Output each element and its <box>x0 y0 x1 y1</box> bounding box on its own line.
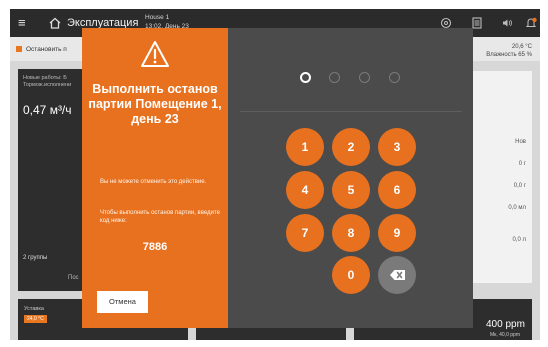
alarm-icon[interactable] <box>525 17 537 29</box>
keypad-key-8[interactable]: 8 <box>332 214 370 252</box>
stop-square-icon <box>16 46 22 53</box>
confirmation-code: 7886 <box>142 241 168 253</box>
house-name: House 1 <box>145 14 170 21</box>
keypad-key-1[interactable]: 1 <box>286 128 324 166</box>
feed-card[interactable]: Нов 0 г 0,0 г 0,0 мл 0,0 л <box>470 71 532 283</box>
sound-icon[interactable] <box>501 17 513 29</box>
feed-value: 0,0 л <box>512 237 526 243</box>
pin-dot-empty <box>329 72 340 83</box>
humidity-value: Влажность 65 % <box>486 52 532 58</box>
pin-dot-empty <box>359 72 370 83</box>
feed-value: 0 г <box>518 161 526 167</box>
feed-value: 0,0 г <box>513 183 526 189</box>
stop-batch-button[interactable]: Остановить п <box>16 46 67 53</box>
dialog-title: Выполнить останов партии Помещение 1, де… <box>88 82 222 126</box>
app-screen: ≡ Эксплуатация House 1 13:02, День 23 Ос… <box>10 9 540 340</box>
backspace-button[interactable] <box>378 256 416 294</box>
home-icon[interactable] <box>48 16 62 30</box>
keypad-key-5[interactable]: 5 <box>332 171 370 209</box>
keypad-key-6[interactable]: 6 <box>378 171 416 209</box>
temperature-value: 20,6 °C <box>511 44 532 50</box>
stop-batch-label: Остановить п <box>26 46 67 53</box>
setpoint-badge: 24,0 °C <box>24 315 47 323</box>
feed-value: Нов <box>515 139 526 145</box>
pos-label: Пос <box>68 275 79 281</box>
water-card-label: Новые работы: Б Тормож.исполнени <box>23 75 72 88</box>
keypad-divider <box>240 111 462 112</box>
climate-readout: 20,6 °C Влажность 65 % <box>486 43 532 59</box>
water-card-value: 0,47 м³/ч <box>23 103 72 117</box>
pin-dot-filled <box>300 72 311 83</box>
irreversible-warning: Вы не можете отменить это действие. <box>100 179 207 185</box>
keypad-key-4[interactable]: 4 <box>286 171 324 209</box>
keypad-key-0[interactable]: 0 <box>332 256 370 294</box>
groups-label: 2 группы <box>23 255 48 261</box>
pin-dot-empty <box>389 72 400 83</box>
keypad-key-9[interactable]: 9 <box>378 214 416 252</box>
co2-value: 400 ppm <box>486 319 525 330</box>
confirm-stop-dialog: Выполнить останов партии Помещение 1, де… <box>82 28 228 328</box>
keypad-key-2[interactable]: 2 <box>332 128 370 166</box>
keypad-key-7[interactable]: 7 <box>286 214 324 252</box>
co2-subvalue: Мк, 40,0 ppm <box>490 332 520 338</box>
enter-code-instruction: Чтобы выполнить останов партии, введите … <box>100 210 220 224</box>
keypad-key-3[interactable]: 3 <box>378 128 416 166</box>
feed-value: 0,0 мл <box>508 205 526 211</box>
pin-keypad-panel: 1 2 3 4 5 6 7 8 9 0 <box>228 28 473 328</box>
chevron-right-icon[interactable]: › <box>533 321 536 330</box>
backspace-icon <box>390 270 405 280</box>
menu-icon[interactable]: ≡ <box>18 16 26 30</box>
setpoint-label: Уставка <box>24 306 44 312</box>
water-card[interactable]: Новые работы: Б Тормож.исполнени 0,47 м³… <box>18 69 88 291</box>
warning-icon <box>141 41 169 67</box>
cancel-button[interactable]: Отмена <box>97 291 148 313</box>
